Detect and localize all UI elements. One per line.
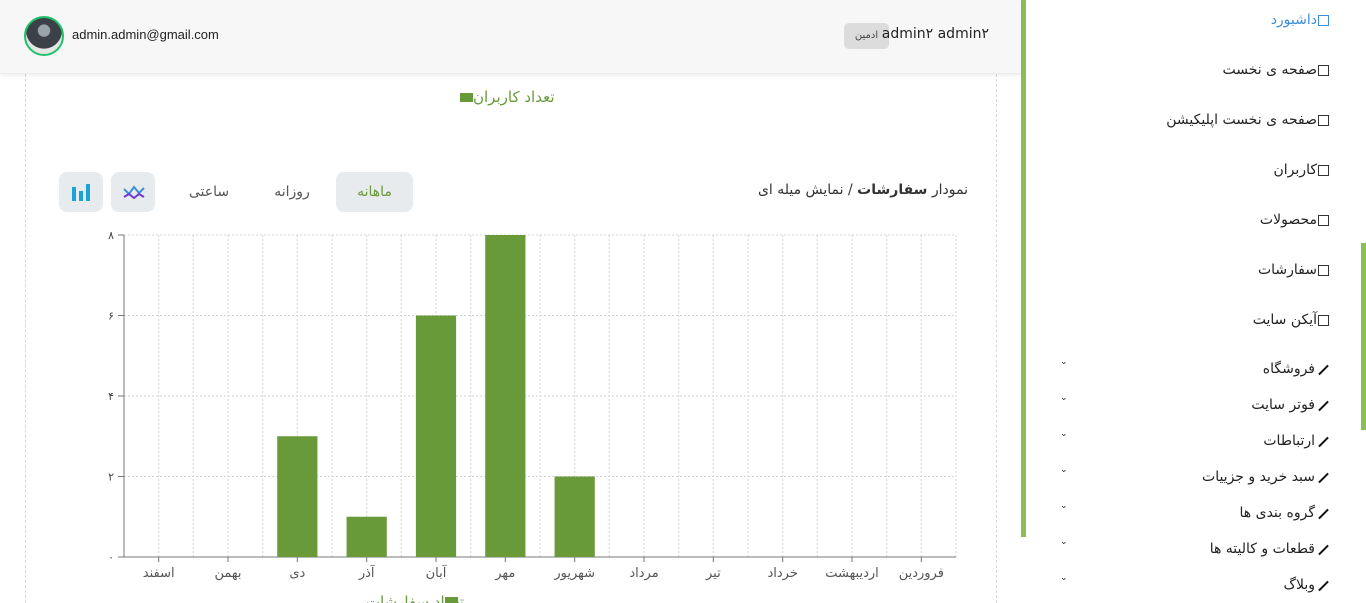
orders-bar-chart: ۰ ۲ ۴ ۶ ۸ فروردین اردیبهشت خرداد تیر مرداد شهریور م… (108, 229, 957, 603)
bar-chart-icon (72, 184, 90, 201)
bar[interactable] (554, 476, 595, 558)
sidebar-item-label: داشبورد (1270, 12, 1317, 28)
chevron-down-icon[interactable]: ⌄ (1060, 393, 1068, 403)
sidebar-item-label: صفحه ی نخست اپلیکیشن (1166, 112, 1317, 128)
avatar[interactable] (24, 16, 64, 56)
sidebar-item-0[interactable]: داشبورد (1271, 12, 1329, 28)
sidebar-item-label: ارتباطات (1263, 433, 1315, 449)
tab-hourly[interactable]: ساعتی (180, 172, 238, 212)
bar[interactable] (485, 235, 526, 557)
sidebar-item-label: قطعات و کالیته ها (1209, 541, 1315, 557)
app-root: admin.admin@gmail.com ادمین admin۲ admin… (0, 0, 1366, 603)
box-icon (1318, 314, 1329, 326)
box-icon (1318, 114, 1329, 126)
sidebar-item-3[interactable]: کاربران (1274, 162, 1329, 178)
sidebar-item-8[interactable]: فوتر سایت (1251, 397, 1329, 413)
sidebar: داشبورد صفحه ی نخست صفحه ی نخست اپلیکیشن کا… (1026, 0, 1361, 603)
sidebar-item-label: آیکن سایت (1252, 312, 1317, 328)
sidebar-item-2[interactable]: صفحه ی نخست اپلیکیشن (1166, 112, 1329, 128)
y-tick-label: ۶ (108, 310, 114, 323)
y-tick-label: ۴ (108, 390, 114, 403)
sidebar-item-12[interactable]: قطعات و کالیته ها (1210, 541, 1329, 557)
sidebar-item-label: گروه بندی ها (1239, 505, 1315, 521)
box-icon (1318, 164, 1329, 176)
y-tick-label: ۸ (108, 229, 114, 242)
user-name[interactable]: admin۲ admin۲ (882, 26, 989, 42)
top-header: admin.admin@gmail.com ادمین admin۲ admin… (0, 0, 1021, 74)
sidebar-item-label: فوتر سایت (1251, 397, 1315, 413)
chart-title-bold: سفارشات (857, 182, 928, 198)
x-tick-label: خرداد (767, 566, 797, 581)
x-tick-label: فروردین (899, 566, 944, 581)
x-tick-label: آذر (358, 564, 376, 581)
bar[interactable] (415, 315, 457, 558)
bar[interactable] (346, 516, 387, 557)
sidebar-item-11[interactable]: گروه بندی ها (1240, 505, 1329, 521)
chevron-down-icon[interactable]: ⌄ (1060, 429, 1068, 439)
users-legend-label: تعداد کاربران (473, 88, 555, 106)
sidebar-scrollbar[interactable] (1361, 243, 1366, 430)
sidebar-item-label: سبد خرید و جزییات (1202, 469, 1315, 485)
box-icon (1318, 14, 1329, 26)
x-tick-label: بهمن (214, 566, 241, 581)
x-tick-label: آبان (426, 564, 448, 581)
wand-icon (1316, 435, 1329, 448)
sidebar-item-label: سفارشات (1257, 262, 1317, 278)
sidebar-item-7[interactable]: فروشگاه (1263, 361, 1329, 377)
x-tick-label: مهر (494, 566, 515, 581)
chart-title-suffix: / نمایش میله ای (757, 182, 858, 198)
bar-chart-button[interactable] (59, 172, 103, 212)
sidebar-item-label: صفحه ی نخست (1222, 62, 1317, 78)
legend-swatch (445, 597, 458, 603)
wand-icon (1316, 471, 1329, 484)
chevron-down-icon[interactable]: ⌄ (1060, 573, 1068, 583)
box-icon (1318, 264, 1329, 276)
tab-daily[interactable]: روزانه (262, 172, 322, 212)
wand-icon (1316, 579, 1329, 592)
x-tick-label: شهریور (553, 566, 595, 581)
sidebar-item-1[interactable]: صفحه ی نخست (1222, 62, 1329, 78)
x-tick-label: مرداد (629, 566, 658, 581)
sidebar-item-9[interactable]: ارتباطات (1263, 433, 1329, 449)
wand-icon (1316, 363, 1329, 376)
line-chart-icon (123, 185, 145, 200)
x-tick-label: اردیبهشت (825, 566, 879, 581)
sidebar-item-4[interactable]: محصولات (1260, 212, 1329, 228)
users-chart-legend[interactable]: تعداد کاربران (454, 88, 555, 106)
x-tick-label: دی (289, 566, 305, 581)
bar[interactable] (277, 436, 318, 557)
y-tick-label: ۰ (108, 551, 114, 564)
chart-title-prefix: نمودار (931, 182, 968, 198)
wand-icon (1316, 399, 1329, 412)
sidebar-item-5[interactable]: سفارشات (1258, 262, 1329, 278)
x-tick-label: اسفند (143, 566, 175, 581)
chevron-down-icon[interactable]: ⌄ (1060, 501, 1068, 511)
sidebar-item-13[interactable]: وبلاگ (1283, 577, 1329, 593)
chevron-down-icon[interactable]: ⌄ (1060, 537, 1068, 547)
wand-icon (1316, 507, 1329, 520)
user-email: admin.admin@gmail.com (72, 27, 219, 42)
sidebar-item-label: کاربران (1273, 162, 1317, 178)
sidebar-item-6[interactable]: آیکن سایت (1253, 312, 1329, 328)
sidebar-item-label: محصولات (1259, 212, 1317, 228)
line-chart-button[interactable] (111, 172, 155, 212)
sidebar-item-label: وبلاگ (1283, 577, 1315, 593)
sidebar-item-label: فروشگاه (1262, 361, 1315, 377)
chevron-down-icon[interactable]: ⌄ (1060, 465, 1068, 475)
tab-monthly[interactable]: ماهانه (336, 172, 413, 212)
legend-swatch (460, 93, 473, 102)
sidebar-item-10[interactable]: سبد خرید و جزییات (1202, 469, 1329, 485)
y-tick-label: ۲ (108, 471, 114, 484)
box-icon (1318, 214, 1329, 226)
box-icon (1318, 64, 1329, 76)
chevron-down-icon[interactable]: ⌄ (1060, 357, 1068, 367)
x-tick-label: تیر (705, 566, 721, 581)
orders-chart-title: نمودار سفارشات / نمایش میله ای (758, 182, 968, 198)
wand-icon (1316, 543, 1329, 556)
